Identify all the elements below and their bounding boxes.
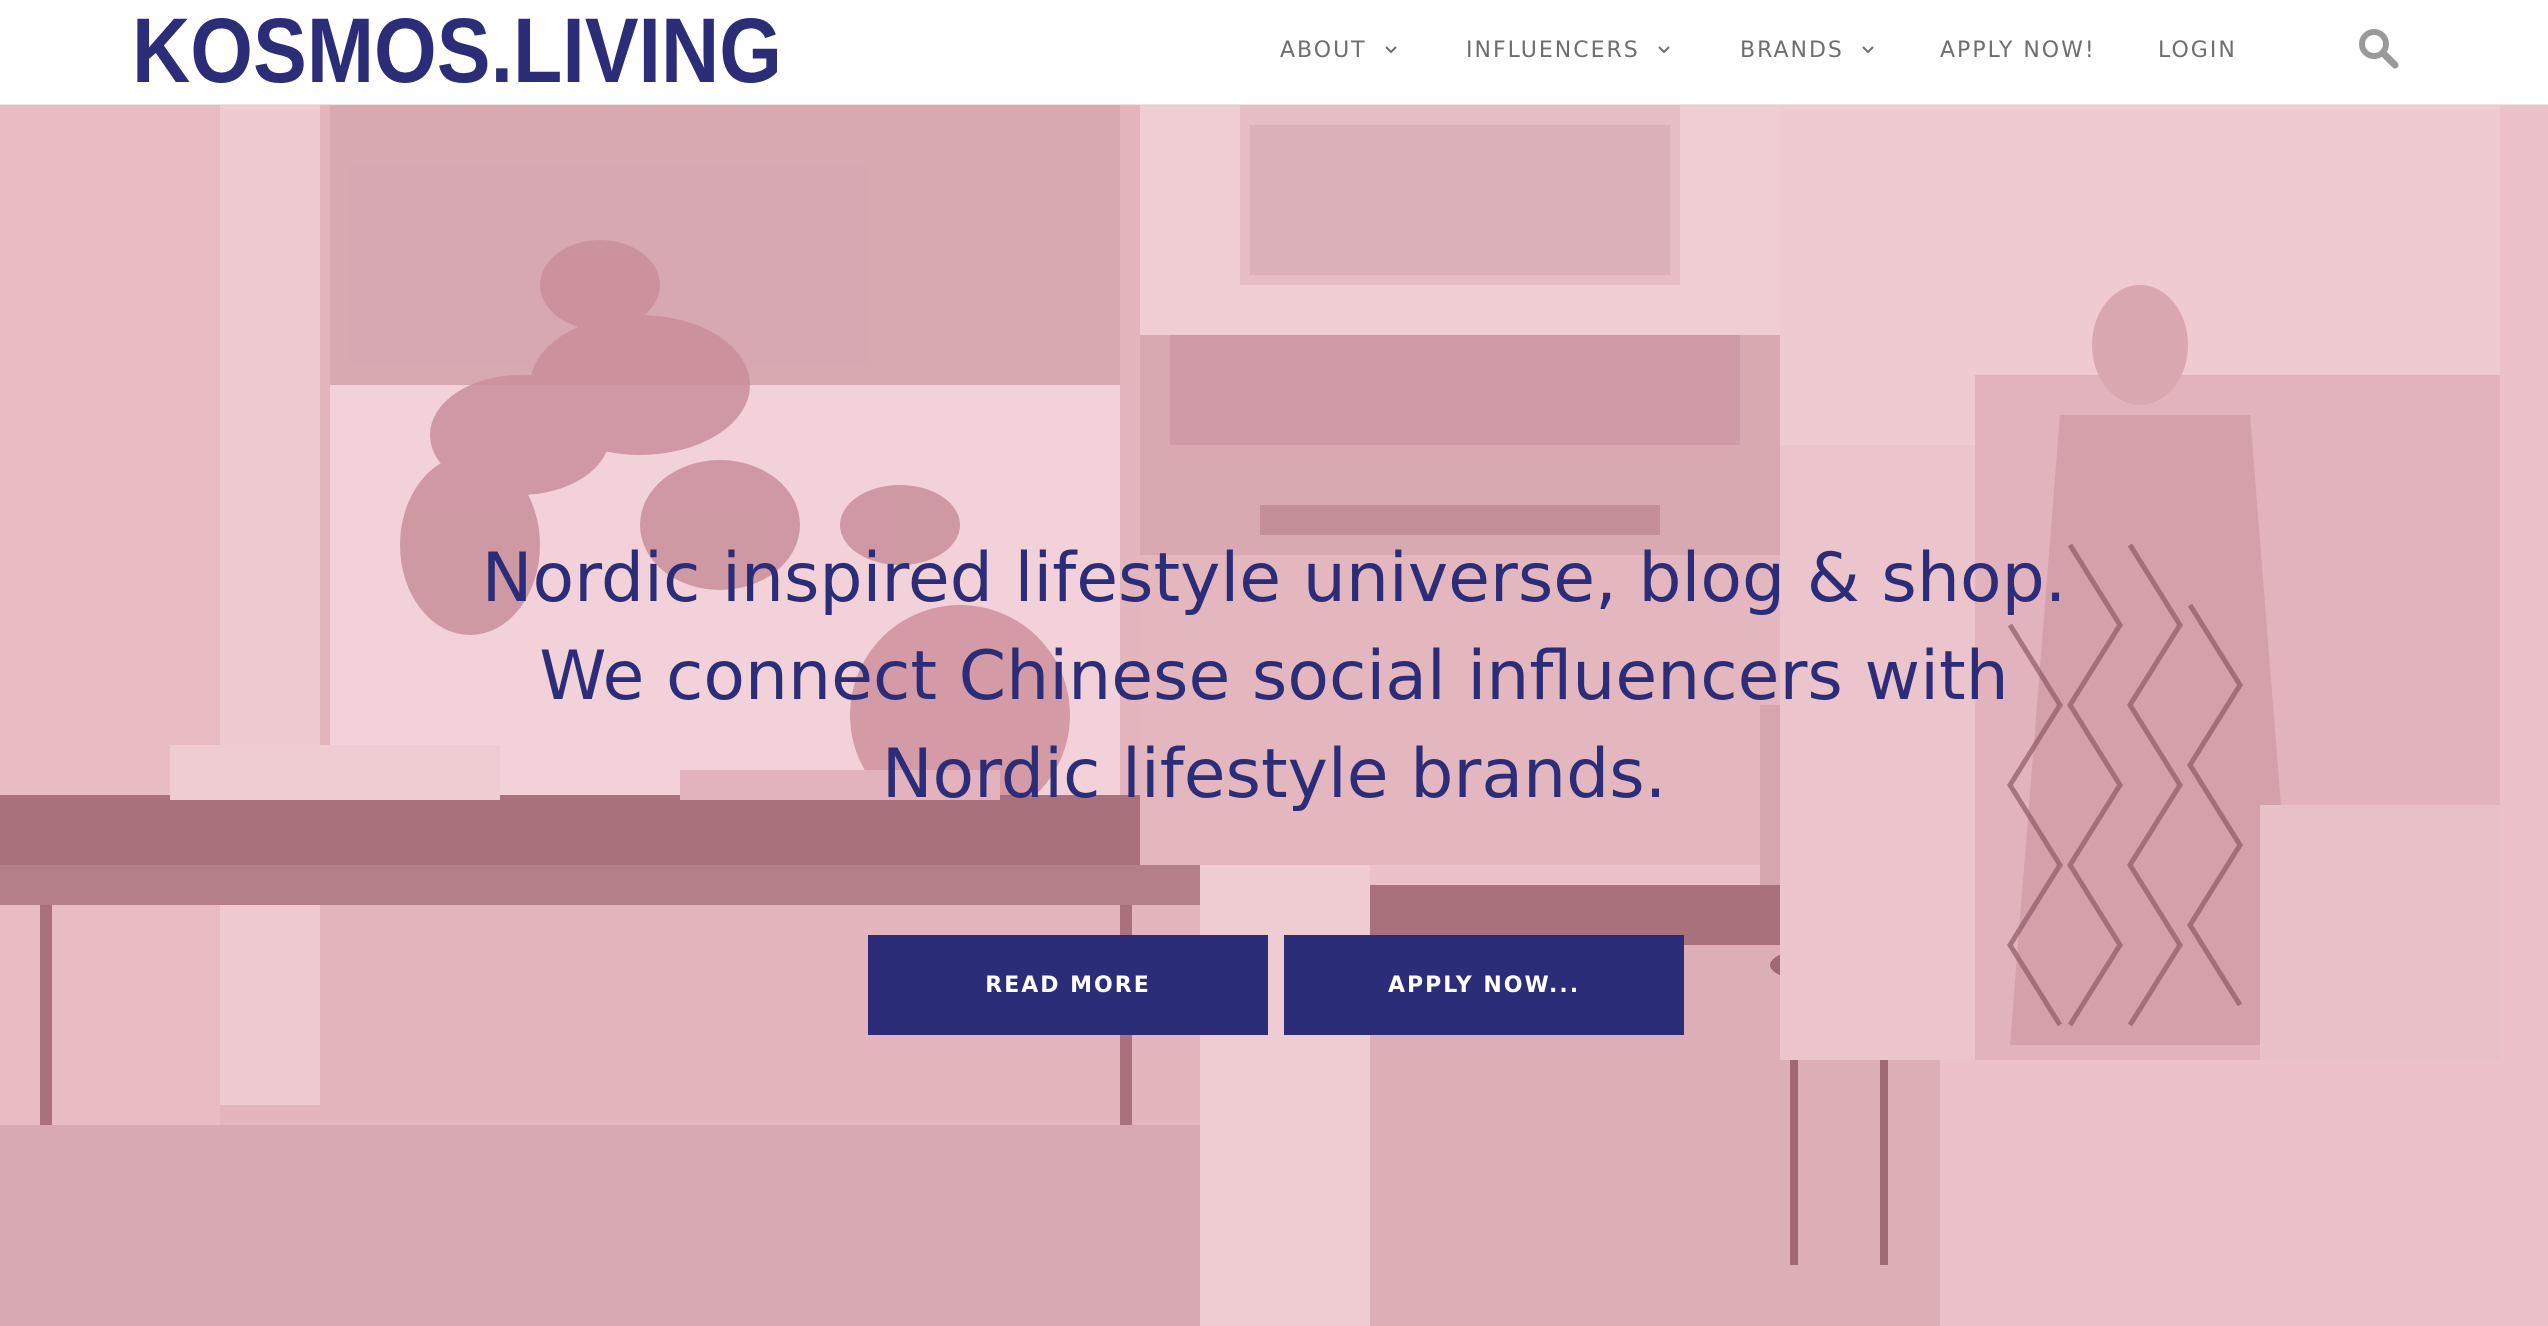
hero-headline: Nordic inspired lifestyle universe, blog… bbox=[0, 530, 2548, 824]
search-button[interactable] bbox=[2356, 26, 2400, 70]
nav-brands-label: BRANDS bbox=[1740, 37, 1844, 63]
nav-login[interactable]: LOGIN bbox=[2158, 38, 2237, 63]
nav-influencers-label: INFLUENCERS bbox=[1466, 37, 1640, 63]
nav-apply-now-label: APPLY NOW! bbox=[1940, 37, 2096, 63]
hero-headline-line-2: We connect Chinese social influencers wi… bbox=[539, 637, 2009, 716]
logo-text: KOSMOS.LIVING bbox=[132, 6, 782, 96]
apply-now-label: APPLY NOW... bbox=[1387, 972, 1581, 998]
nav-about-label: ABOUT bbox=[1280, 37, 1367, 63]
nav-about[interactable]: ABOUT bbox=[1280, 38, 1399, 63]
nav-apply-now[interactable]: APPLY NOW! bbox=[1940, 38, 2096, 63]
apply-now-button[interactable]: APPLY NOW... bbox=[1284, 935, 1684, 1035]
hero-headline-line-1: Nordic inspired lifestyle universe, blog… bbox=[481, 539, 2067, 618]
site-header: KOSMOS.LIVING ABOUT INFLUENCERS BRANDS A… bbox=[0, 0, 2548, 105]
nav-login-label: LOGIN bbox=[2158, 37, 2237, 63]
nav-brands[interactable]: BRANDS bbox=[1740, 38, 1876, 63]
site-logo[interactable]: KOSMOS.LIVING bbox=[132, 6, 792, 96]
chevron-down-icon bbox=[1384, 46, 1397, 54]
nav-influencers[interactable]: INFLUENCERS bbox=[1466, 38, 1672, 63]
chevron-down-icon bbox=[1862, 46, 1874, 54]
search-icon bbox=[2359, 29, 2399, 69]
chevron-down-icon bbox=[1658, 46, 1670, 54]
read-more-label: READ MORE bbox=[985, 972, 1151, 998]
read-more-button[interactable]: READ MORE bbox=[868, 935, 1268, 1035]
hero-section: Nordic inspired lifestyle universe, blog… bbox=[0, 105, 2548, 1326]
hero-headline-line-3: Nordic lifestyle brands. bbox=[881, 735, 1667, 814]
